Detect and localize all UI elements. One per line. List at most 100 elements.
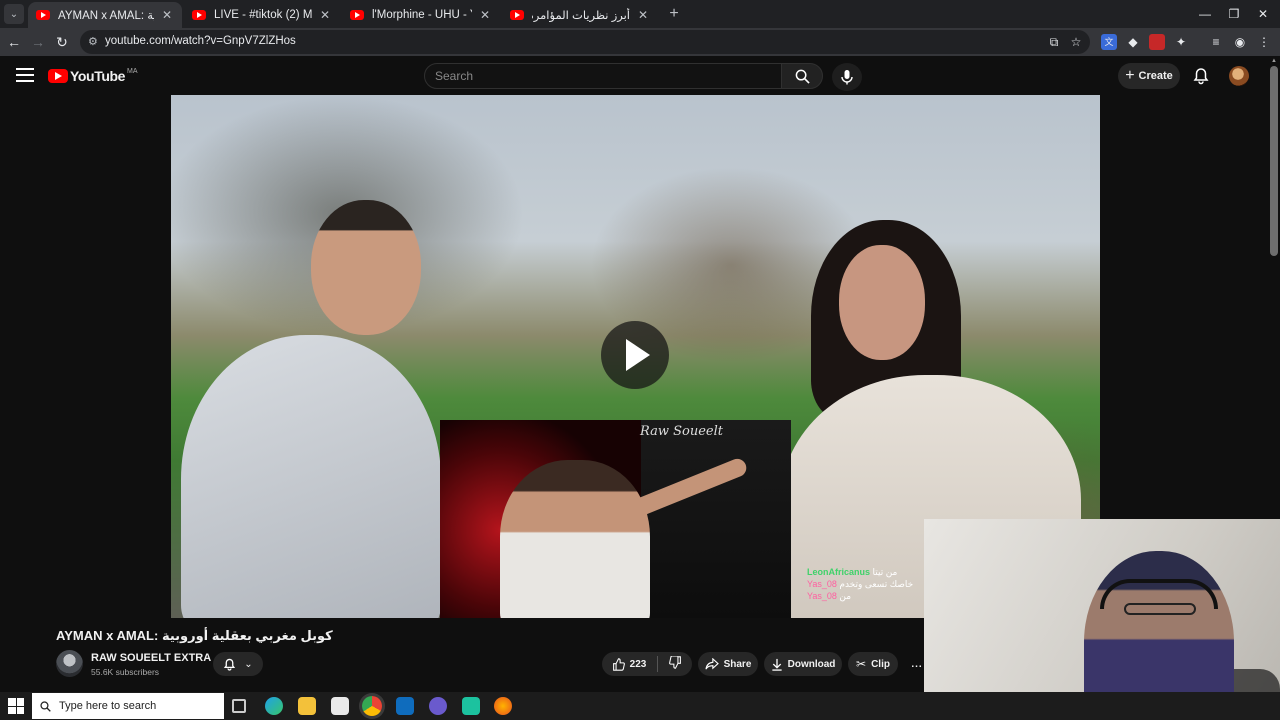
chat-text: من [839,591,852,601]
notifications-button[interactable] [1192,67,1210,85]
tab-title: أبرز نظريات المؤامرة التي أصبحت... [532,10,630,22]
close-tab-icon[interactable]: ✕ [160,8,174,22]
chevron-down-icon: ⌄ [244,658,253,670]
search-button[interactable] [781,63,823,89]
bell-icon [224,658,236,670]
youtube-logo[interactable]: YouTube MA [48,68,138,84]
media-control-icon[interactable]: ≡ [1208,34,1224,50]
youtube-favicon-icon [510,10,524,20]
messenger-app-icon[interactable] [429,697,447,715]
like-dislike-group: 223 [602,652,692,676]
bookmark-star-icon[interactable]: ☆ [1068,34,1084,50]
dislike-button[interactable] [669,655,682,672]
webcam-overlay [924,519,1280,720]
streamer-camera-inset: Raw Soueelt [440,420,791,618]
edge-browser-icon[interactable] [265,697,283,715]
browser-menu-icon[interactable]: ⋮ [1256,34,1272,50]
tab-title: LIVE - #tiktok (2) M3a Lwalida [214,9,312,21]
play-button-icon[interactable] [601,321,669,389]
reload-button[interactable]: ↻ [52,32,72,52]
plus-icon: + [1125,67,1135,84]
thumbs-up-icon [612,657,625,671]
chat-message: Yas_08 من [807,590,927,602]
account-avatar[interactable] [1229,66,1249,86]
taskbar-search-input[interactable]: Type here to search [32,693,224,719]
share-button[interactable]: Share [698,652,758,676]
file-explorer-icon[interactable] [298,697,316,715]
windows-start-icon[interactable] [8,698,24,714]
share-label: Share [723,658,752,670]
chat-user: Yas_08 [807,591,837,601]
channel-avatar[interactable] [56,650,83,677]
extension-red-icon[interactable] [1149,34,1165,50]
voice-search-button[interactable] [832,63,862,91]
outlook-icon[interactable] [396,697,414,715]
guide-menu-icon[interactable] [16,68,34,82]
chat-message: LeonAfricanus من تيتا [807,566,927,578]
windows-taskbar: Type here to search [0,692,1280,720]
search-icon [795,69,810,84]
youtube-favicon-icon [192,10,206,20]
close-tab-icon[interactable]: ✕ [318,8,332,22]
stream-chat-overlay: LeonAfricanus من تيتا Yas_08 خاصك تسعى و… [807,566,927,602]
download-button[interactable]: Download [764,652,842,676]
clip-button[interactable]: ✂ Clip [848,652,898,676]
close-tab-icon[interactable]: ✕ [636,8,650,22]
profile-icon[interactable]: ◉ [1232,34,1248,50]
microsoft-store-icon[interactable] [331,697,349,715]
translate-extension-icon[interactable]: 文 [1101,34,1117,50]
youtube-favicon-icon [350,10,364,20]
scissors-icon: ✂ [856,657,867,671]
chat-text: خاصك تسعى وتخدم [839,579,914,589]
download-label: Download [787,658,836,670]
like-count: 223 [629,658,647,670]
like-button[interactable]: 223 [612,657,647,671]
green-app-icon[interactable] [462,697,480,715]
stream-brand-watermark: Raw Soueelt [640,424,723,439]
search-icon [40,700,51,712]
scroll-up-arrow-icon[interactable]: ▲ [1270,58,1278,64]
orange-app-icon[interactable] [494,697,512,715]
address-bar[interactable]: ⚙ youtube.com/watch?v=GnpV7ZlZHos [80,30,1090,54]
tab-search-button[interactable]: ⌄ [4,4,24,24]
chat-text: من تيتا [872,567,898,577]
create-button[interactable]: + Create [1118,63,1180,89]
channel-name[interactable]: RAW SOUEELT EXTRA [91,652,211,664]
extension-diamond-icon[interactable]: ◆ [1125,34,1141,50]
subscriber-count: 55.6K subscribers [91,667,160,677]
taskbar-search-placeholder: Type here to search [59,700,157,712]
chrome-browser-icon[interactable] [362,696,382,716]
chat-user: LeonAfricanus [807,567,871,577]
video-frame-person-right-face [839,245,925,360]
browser-tab-strip: ⌄ AYMAN x AMAL: كوبل مغربي بعقلية أوروبي… [0,0,1280,28]
site-info-icon[interactable]: ⚙ [88,35,102,49]
more-actions-icon: ... [911,658,923,670]
browser-tab-4[interactable]: أبرز نظريات المؤامرة التي أصبحت... ✕ [502,2,658,28]
microphone-icon [841,70,853,85]
close-window-button[interactable]: ✕ [1246,0,1280,28]
page-scrollbar[interactable] [1270,66,1278,256]
thumbs-down-icon [669,655,682,669]
extensions-puzzle-icon[interactable]: ✦ [1173,34,1189,50]
forward-button[interactable]: → [28,32,48,52]
back-button[interactable]: ← [4,32,24,52]
bell-icon [1193,68,1209,85]
new-tab-button[interactable]: + [664,4,684,24]
chat-user: Yas_08 [807,579,837,589]
subscribed-notifications-button[interactable]: ⌄ [213,652,263,676]
tab-title: AYMAN x AMAL: كوبل مغربي بعقلية أوروبية [58,10,154,22]
browser-tab-3[interactable]: l'Morphine - UHU - YouTube ✕ [342,2,500,28]
task-view-icon[interactable] [232,699,246,713]
like-divider [657,656,659,672]
video-frame-person-left-head [311,200,421,335]
chat-message: Yas_08 خاصك تسعى وتخدم [807,578,927,590]
search-input[interactable]: Search [424,63,782,89]
url-text: youtube.com/watch?v=GnpV7ZlZHos [105,35,296,47]
browser-tab-2[interactable]: LIVE - #tiktok (2) M3a Lwalida ✕ [184,2,340,28]
browser-tab-1[interactable]: AYMAN x AMAL: كوبل مغربي بعقلية أوروبية … [28,2,182,28]
youtube-wordmark: YouTube [70,68,126,84]
stream-background-wall [641,420,791,618]
install-app-icon[interactable]: ⧉ [1046,34,1062,50]
download-icon [771,658,782,671]
close-tab-icon[interactable]: ✕ [478,8,492,22]
